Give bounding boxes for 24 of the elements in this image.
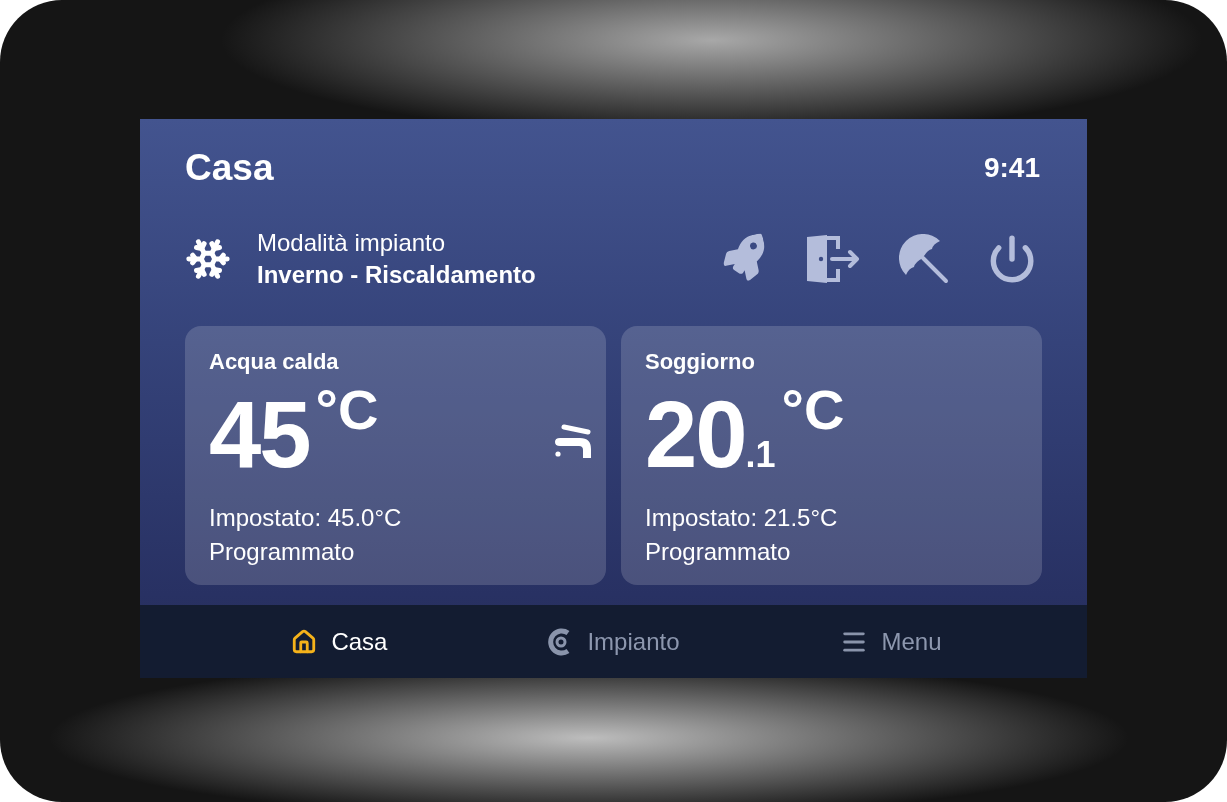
setpoint-text: Impostato: 21.5°C — [645, 503, 838, 533]
temperature-decimal: .1 — [745, 436, 776, 473]
temperature-value: 20 — [645, 387, 746, 482]
card-title: Acqua calda — [209, 348, 339, 376]
status-text: Programmato — [209, 537, 355, 567]
status-text: Programmato — [645, 537, 791, 567]
home-icon — [291, 628, 318, 655]
mode-label: Modalità impianto — [257, 228, 447, 258]
page-title: Casa — [185, 149, 274, 186]
clock-time: 9:41 — [983, 153, 1041, 182]
nav-tab[interactable]: Casa — [291, 628, 388, 655]
nav-tab[interactable]: Impianto — [547, 627, 680, 656]
mode-value: Inverno - Riscaldamento — [257, 260, 536, 290]
temperature-unit: °C — [781, 381, 845, 438]
snowflake-icon — [185, 236, 231, 282]
temperature-card[interactable]: Soggiorno 20.1 °C Impostato: 21.5°C Programmato — [621, 326, 1042, 585]
nav-tab[interactable]: Menu — [839, 627, 942, 656]
temperature-value: 45 — [209, 387, 310, 482]
faucet-icon — [552, 423, 592, 460]
card-title: Soggiorno — [645, 348, 755, 376]
umbrella-icon[interactable] — [899, 234, 949, 284]
door-exit-icon[interactable] — [805, 234, 861, 284]
setpoint-text: Impostato: 45.0°C — [209, 503, 402, 533]
temperature-unit: °C — [315, 381, 379, 438]
